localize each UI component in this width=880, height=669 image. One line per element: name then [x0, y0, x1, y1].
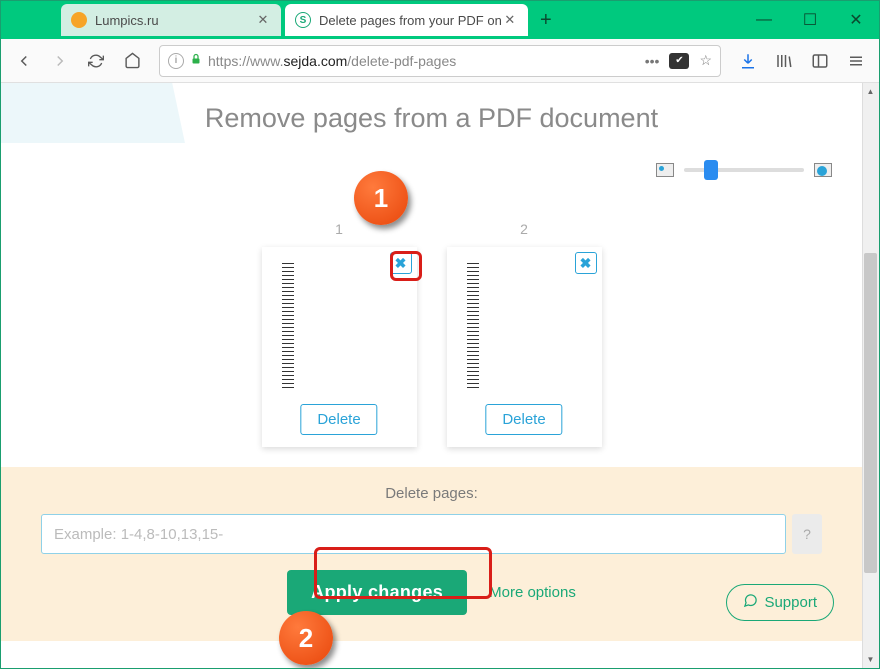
reader-mode-icon[interactable]: ✔ — [669, 53, 689, 69]
zoom-in-icon[interactable] — [814, 163, 832, 177]
browser-tab-active[interactable]: S Delete pages from your PDF on ✕ — [285, 4, 528, 36]
menu-button[interactable] — [841, 46, 871, 76]
downloads-button[interactable] — [733, 46, 763, 76]
pages-input[interactable] — [41, 514, 786, 554]
remove-page-button[interactable]: ✖ — [575, 252, 597, 274]
chat-icon — [743, 593, 758, 612]
scroll-thumb[interactable] — [864, 253, 877, 573]
page-thumbnail[interactable]: ✖ Delete — [447, 247, 602, 447]
page-thumbnail-2: 2 ✖ Delete — [447, 221, 602, 447]
nav-reload-button[interactable] — [81, 46, 111, 76]
library-button[interactable] — [769, 46, 799, 76]
page-number-label: 1 — [335, 221, 343, 237]
tab-title: Lumpics.ru — [95, 13, 255, 28]
help-button[interactable]: ? — [792, 514, 822, 554]
close-icon[interactable]: ✕ — [502, 12, 518, 28]
lock-icon — [190, 52, 202, 69]
thumbnail-preview — [282, 263, 294, 388]
page-thumbnail-1: 1 ✖ Delete — [262, 221, 417, 447]
apply-changes-button[interactable]: Apply changes — [287, 570, 467, 615]
window-maximize-button[interactable]: ☐ — [787, 1, 833, 39]
page-thumbnail[interactable]: ✖ Delete — [262, 247, 417, 447]
slider-thumb[interactable] — [704, 160, 718, 180]
annotation-callout-1: 1 — [354, 171, 408, 225]
browser-tabbar: Lumpics.ru ✕ S Delete pages from your PD… — [1, 1, 879, 39]
new-tab-button[interactable]: + — [532, 6, 560, 34]
support-label: Support — [764, 594, 817, 611]
browser-tab-inactive[interactable]: Lumpics.ru ✕ — [61, 4, 281, 36]
scroll-up-arrow[interactable]: ▲ — [862, 83, 879, 100]
tab-title: Delete pages from your PDF on — [319, 13, 502, 28]
thumbnail-preview — [467, 263, 479, 388]
sidebar-button[interactable] — [805, 46, 835, 76]
page-actions-icon[interactable]: ••• — [645, 53, 660, 69]
more-options-link[interactable]: More options — [489, 584, 576, 601]
address-bar[interactable]: i https://www.sejda.com/delete-pdf-pages… — [159, 45, 721, 77]
delete-page-button[interactable]: Delete — [300, 404, 377, 435]
bookmark-icon[interactable]: ☆ — [699, 52, 712, 69]
page-content: ▲ ▼ Remove pages from a PDF document 1 — [1, 83, 879, 668]
zoom-out-icon[interactable] — [656, 163, 674, 177]
delete-page-button[interactable]: Delete — [485, 404, 562, 435]
site-info-icon[interactable]: i — [168, 53, 184, 69]
page-number-label: 2 — [520, 221, 528, 237]
vertical-scrollbar[interactable]: ▲ ▼ — [862, 83, 879, 668]
tab-favicon — [71, 12, 87, 28]
support-button[interactable]: Support — [726, 584, 834, 621]
window-minimize-button[interactable]: — — [741, 1, 787, 39]
zoom-slider[interactable] — [684, 168, 804, 172]
page-title: Remove pages from a PDF document — [1, 83, 862, 134]
zoom-toolbar — [1, 143, 862, 181]
close-icon[interactable]: ✕ — [255, 12, 271, 28]
nav-back-button[interactable] — [9, 46, 39, 76]
window-close-button[interactable]: ✕ — [833, 1, 879, 39]
browser-navbar: i https://www.sejda.com/delete-pdf-pages… — [1, 39, 879, 83]
scroll-down-arrow[interactable]: ▼ — [862, 651, 879, 668]
annotation-callout-2: 2 — [279, 611, 333, 665]
nav-home-button[interactable] — [117, 46, 147, 76]
hero-decoration: Remove pages from a PDF document — [1, 83, 862, 143]
page-thumbnails-row: 1 ✖ Delete 2 ✖ Delete — [1, 181, 862, 467]
tab-favicon: S — [295, 12, 311, 28]
remove-page-button[interactable]: ✖ — [390, 252, 412, 274]
delete-pages-panel: Delete pages: ? Apply changes More optio… — [1, 467, 862, 641]
url-text: https://www.sejda.com/delete-pdf-pages — [208, 53, 639, 69]
panel-label: Delete pages: — [41, 485, 822, 502]
nav-forward-button[interactable] — [45, 46, 75, 76]
